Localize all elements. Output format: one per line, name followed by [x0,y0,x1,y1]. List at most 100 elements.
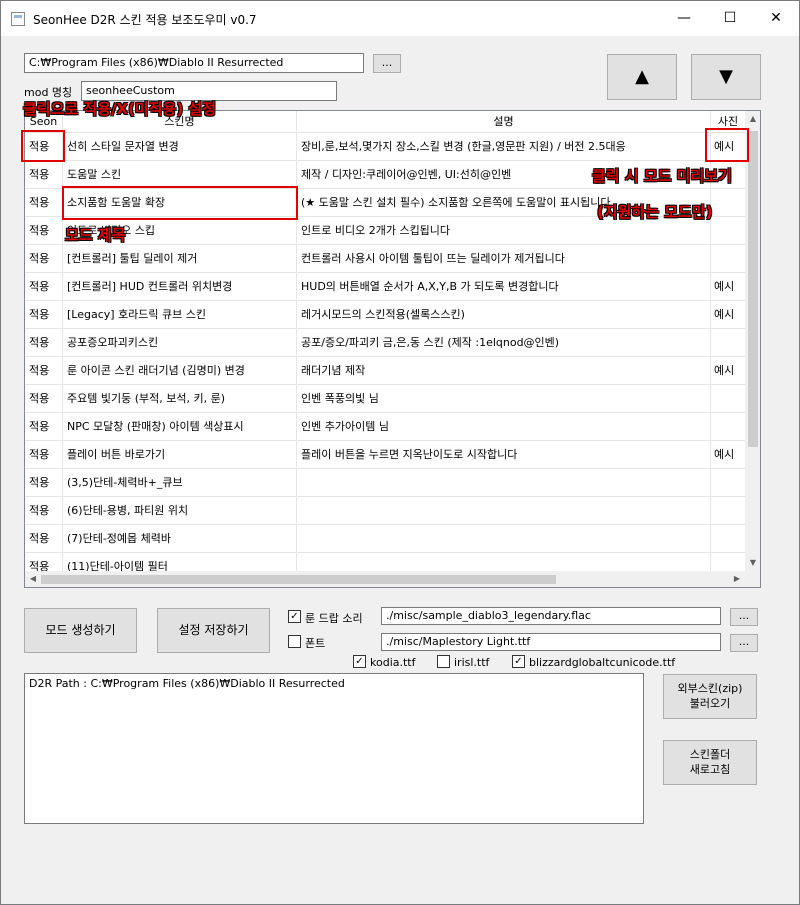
table-row: 적용 룬 아이콘 스킨 래더기념 (김명미) 변경 래더기념 제작 예시 [25,357,745,385]
photo-cell[interactable] [711,413,745,441]
apply-cell[interactable]: 적용 [25,245,63,273]
apply-cell[interactable]: 적용 [25,329,63,357]
table-row: 적용 (6)단테-용병, 파티원 위치 [25,497,745,525]
photo-cell[interactable]: 예시 [711,301,745,329]
table-row: 적용 주요템 빛기둥 (부적, 보석, 키, 룬) 인벤 폭풍의빛 님 [25,385,745,413]
annotation-preview-note: (지원하는 모드만) [597,203,713,221]
zip-button-line1: 외부스킨(zip) [677,682,743,695]
skin-name-cell: 공포증오파괴키스킨 [63,329,297,357]
save-settings-button[interactable]: 설정 저장하기 [157,608,270,653]
apply-cell[interactable]: 적용 [25,553,63,571]
photo-cell[interactable] [711,525,745,553]
table-row: 적용 선히 스타일 문자열 변경 장비,룬,보석,몇가지 장소,스킬 변경 (한… [25,133,745,161]
scroll-left-icon[interactable]: ◀ [25,571,41,587]
apply-cell[interactable]: 적용 [25,469,63,497]
horizontal-scroll-thumb[interactable] [41,575,556,584]
blizzard-font-label: blizzardglobaltcunicode.ttf [529,656,676,669]
description-cell: 컨트롤러 사용시 아이템 툴팁이 뜨는 딜레이가 제거됩니다 [297,245,711,273]
skin-name-cell: (7)단테-정예몹 체력바 [63,525,297,553]
log-text: D2R Path : C:₩Program Files (x86)₩Diablo… [29,677,345,690]
font-path-input[interactable]: ./misc/Maplestory Light.ttf [381,633,721,651]
horizontal-scrollbar[interactable]: ◀ ▶ [25,571,745,587]
font-browse-button[interactable]: ... [730,634,758,652]
skin-name-cell: 룬 아이콘 스킨 래더기념 (김명미) 변경 [63,357,297,385]
generate-mod-button[interactable]: 모드 생성하기 [24,608,137,653]
photo-cell[interactable]: 예시 [711,357,745,385]
font-checkbox[interactable] [288,635,301,648]
header-description[interactable]: 설명 [297,111,711,133]
apply-cell[interactable]: 적용 [25,413,63,441]
table-row: 적용 (7)단테-정예몹 체력바 [25,525,745,553]
scrollbar-corner [745,571,760,587]
annotation-click-apply: 클릭으로 적용/X(미적용) 설정 [23,100,216,118]
table-row: 적용 [Legacy] 호라드릭 큐브 스킨 레거시모드의 스킨적용(셀록스스킨… [25,301,745,329]
annotation-preview: 클릭 시 모드 미리보기 [592,167,732,185]
scroll-right-icon[interactable]: ▶ [729,571,745,587]
vertical-scroll-thumb[interactable] [748,131,758,447]
title-bar: SeonHee D2R 스킨 적용 보조도우미 v0.7 — ☐ ✕ [1,1,799,36]
photo-cell[interactable] [711,469,745,497]
skin-name-cell: 플레이 버튼 바로가기 [63,441,297,469]
move-up-button[interactable]: ▲ [607,54,677,100]
refresh-button-line2: 새로고침 [689,763,731,776]
apply-cell[interactable]: 적용 [25,189,63,217]
skin-name-cell: (11)단테-아이템 필터 [63,553,297,571]
annotation-box-apply [21,130,65,162]
skin-name-cell: 선히 스타일 문자열 변경 [63,133,297,161]
apply-cell[interactable]: 적용 [25,301,63,329]
scroll-up-icon[interactable]: ▲ [745,111,760,127]
blizzard-font-checkbox[interactable]: ✓ [512,655,525,668]
refresh-skin-folder-button[interactable]: 스킨폴더 새로고침 [663,740,757,785]
skin-name-cell: (3,5)단테-체력바+_큐브 [63,469,297,497]
kodia-checkbox[interactable]: ✓ [353,655,366,668]
rune-sound-path-input[interactable]: ./misc/sample_diablo3_legendary.flac [381,607,721,625]
skin-name-cell: [Legacy] 호라드릭 큐브 스킨 [63,301,297,329]
photo-cell[interactable]: 예시 [711,441,745,469]
photo-cell[interactable] [711,497,745,525]
log-output[interactable]: D2R Path : C:₩Program Files (x86)₩Diablo… [24,673,644,824]
apply-cell[interactable]: 적용 [25,357,63,385]
apply-cell[interactable]: 적용 [25,217,63,245]
photo-cell[interactable] [711,385,745,413]
apply-cell[interactable]: 적용 [25,273,63,301]
apply-cell[interactable]: 적용 [25,525,63,553]
font-label: 폰트 [305,637,326,650]
photo-cell[interactable] [711,329,745,357]
annotation-box-preview [705,128,749,162]
apply-cell[interactable]: 적용 [25,441,63,469]
path-browse-button[interactable]: ... [373,54,401,73]
load-zip-skin-button[interactable]: 외부스킨(zip) 불러오기 [663,674,757,719]
apply-cell[interactable]: 적용 [25,497,63,525]
rune-sound-label: 룬 드랍 소리 [305,612,363,625]
photo-cell[interactable]: 예시 [711,273,745,301]
maximize-button[interactable]: ☐ [707,1,753,36]
description-cell [297,553,711,571]
apply-cell[interactable]: 적용 [25,161,63,189]
vertical-scrollbar[interactable]: ▲ ▼ [745,111,760,571]
kodia-label: kodia.ttf [370,656,416,669]
photo-cell[interactable] [711,553,745,571]
photo-cell[interactable] [711,217,745,245]
rune-sound-browse-button[interactable]: ... [730,608,758,626]
close-button[interactable]: ✕ [753,1,799,36]
table-row: 적용 [컨트롤러] HUD 컨트롤러 위치변경 HUD의 버튼배열 순서가 A,… [25,273,745,301]
description-cell: 공포/증오/파괴키 금,은,동 스킨 (제작 :1elqnod@인벤) [297,329,711,357]
d2r-path-input[interactable]: C:₩Program Files (x86)₩Diablo II Resurre… [24,53,364,73]
scroll-down-icon[interactable]: ▼ [745,555,760,571]
minimize-button[interactable]: — [661,1,707,36]
rune-sound-checkbox[interactable]: ✓ [288,610,301,623]
app-window: SeonHee D2R 스킨 적용 보조도우미 v0.7 — ☐ ✕ C:₩Pr… [0,0,800,905]
move-down-button[interactable]: ▼ [691,54,761,100]
table-row: 적용 [컨트롤러] 툴팁 딜레이 제거 컨트롤러 사용시 아이템 툴팁이 뜨는 … [25,245,745,273]
irisl-checkbox[interactable] [437,655,450,668]
table-row: 적용 공포증오파괴키스킨 공포/증오/파괴키 금,은,동 스킨 (제작 :1el… [25,329,745,357]
skin-name-cell: [컨트롤러] HUD 컨트롤러 위치변경 [63,273,297,301]
apply-cell[interactable]: 적용 [25,385,63,413]
photo-cell[interactable] [711,245,745,273]
annotation-box-title [62,186,298,220]
skin-name-cell: 주요템 빛기둥 (부적, 보석, 키, 룬) [63,385,297,413]
refresh-button-line1: 스킨폴더 [689,748,731,761]
table-row: 적용 (11)단테-아이템 필터 [25,553,745,571]
description-cell: 장비,룬,보석,몇가지 장소,스킬 변경 (한글,영문판 지원) / 버전 2.… [297,133,711,161]
photo-cell[interactable] [711,189,745,217]
